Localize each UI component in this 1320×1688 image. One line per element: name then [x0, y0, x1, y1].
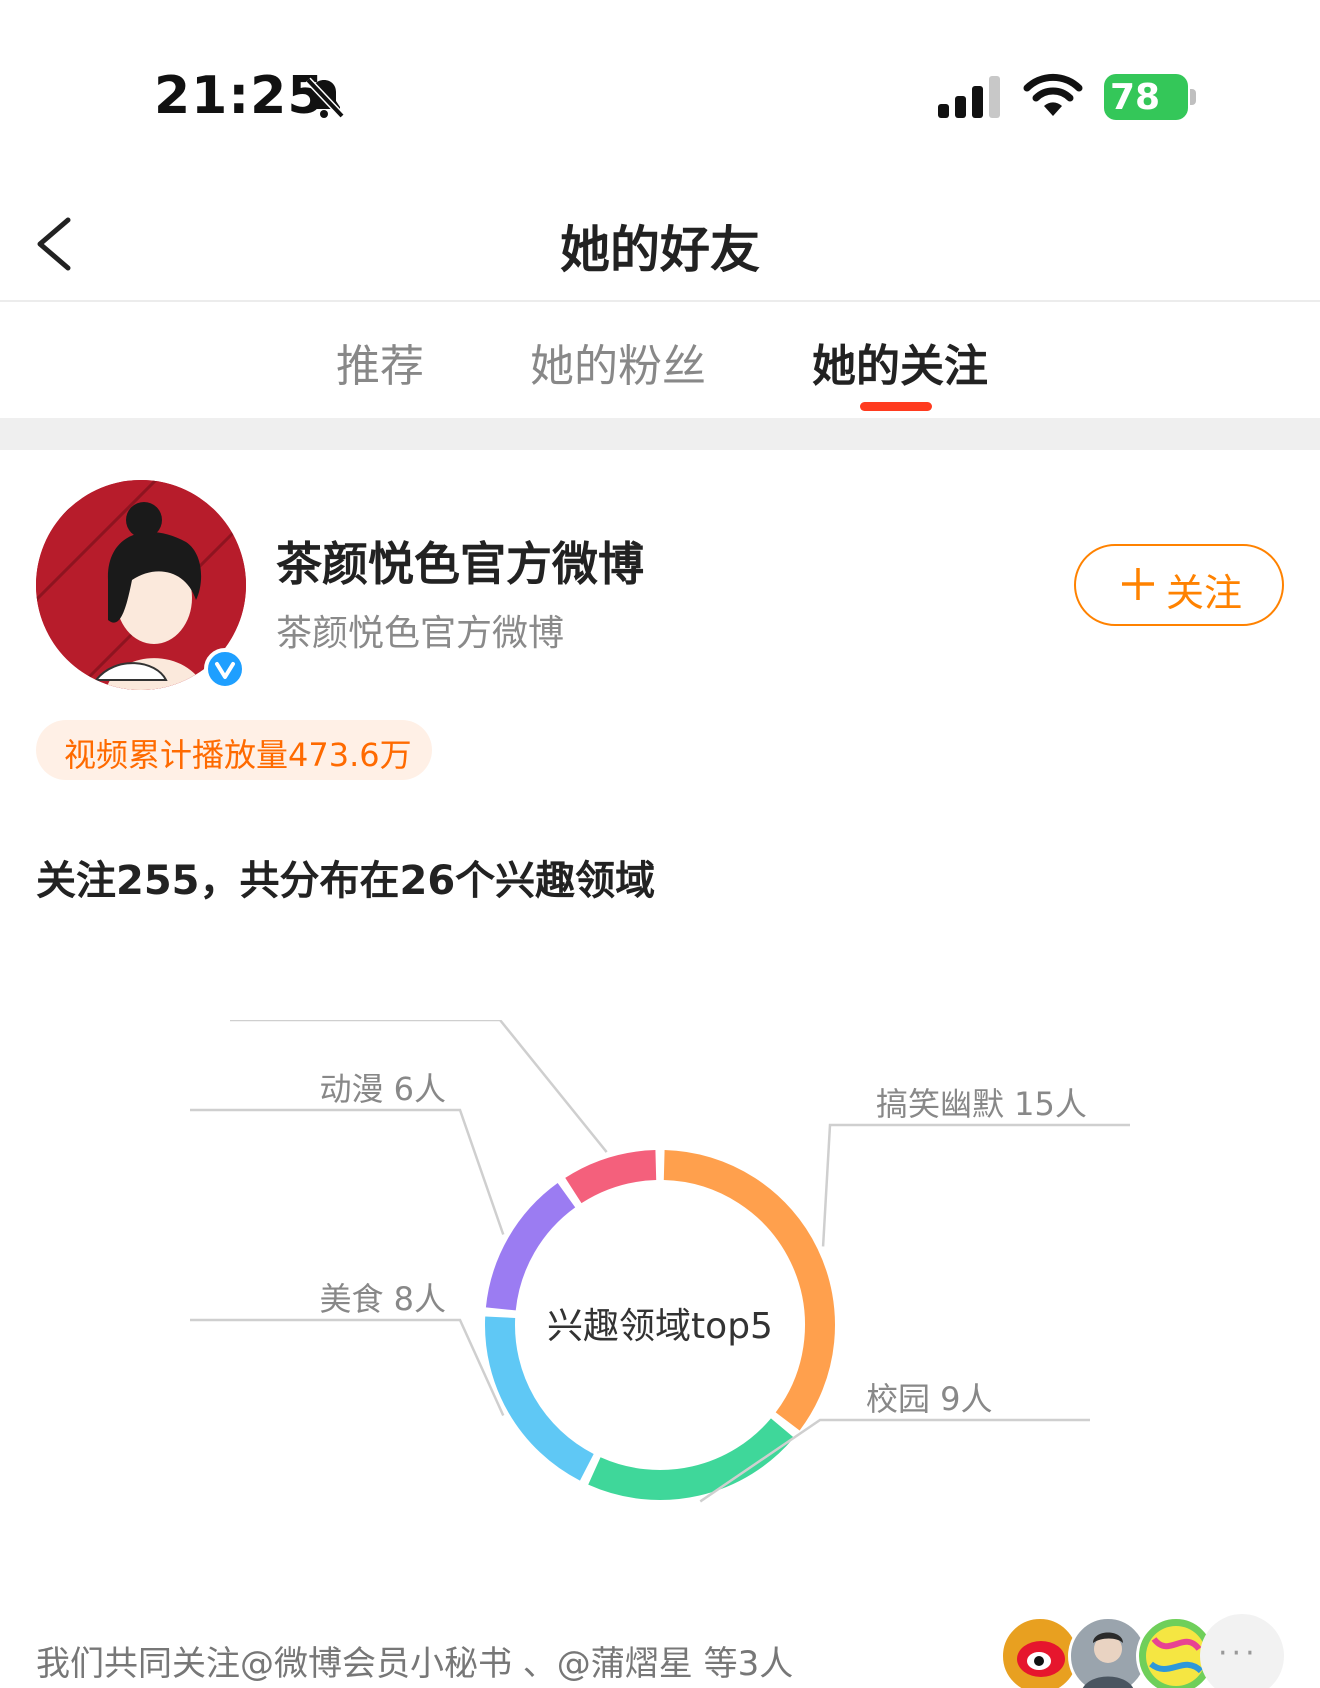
- stat-badge-text: 视频累计播放量473.6万: [64, 736, 412, 774]
- tab-her-following[interactable]: 她的关注: [812, 330, 988, 394]
- tab-recommended[interactable]: 推荐: [336, 330, 424, 394]
- chart-slice-label: 搞笑幽默 15人: [876, 1085, 1087, 1123]
- plus-icon: [1122, 568, 1154, 600]
- user-name[interactable]: 茶颜悦色官方微博: [276, 528, 644, 594]
- more-dots-icon: ···: [1218, 1636, 1259, 1671]
- chart-leader-line: [190, 1318, 505, 1417]
- status-time: 21:25: [154, 66, 325, 126]
- user-description: 茶颜悦色官方微博: [276, 613, 565, 654]
- more-button[interactable]: ···: [1200, 1614, 1284, 1688]
- chart-leader-line: [821, 1123, 1130, 1247]
- chart-slice-label: 美食 8人: [319, 1280, 446, 1318]
- cellular-signal-icon: [938, 76, 1000, 118]
- wifi-icon: [1023, 73, 1083, 116]
- chart-slice: [588, 1418, 794, 1500]
- battery-nub: [1190, 89, 1196, 105]
- interest-donut-chart: 搞笑幽默 15人校园 9人美食 8人动漫 6人艺术 4人 兴趣领域top5: [190, 1020, 1130, 1503]
- chart-slice-label: 校园 9人: [866, 1380, 993, 1418]
- verified-badge-icon: [204, 648, 246, 690]
- stat-badge: 视频累计播放量473.6万: [36, 720, 432, 780]
- nav-bar: 她的好友: [0, 190, 1320, 302]
- section-divider: [0, 418, 1320, 450]
- chart-slice-label: 动漫 6人: [319, 1070, 446, 1108]
- chart-center-label: 兴趣领域top5: [547, 1306, 773, 1347]
- battery-body: 78: [1104, 74, 1188, 120]
- interest-summary: 关注255，共分布在26个兴趣领域: [36, 858, 656, 904]
- tab-her-fans[interactable]: 她的粉丝: [530, 330, 706, 394]
- battery-level: 78: [1110, 77, 1161, 118]
- chart-slice: [663, 1150, 835, 1431]
- follow-button[interactable]: 关注: [1074, 544, 1284, 626]
- chart-slice: [565, 1150, 657, 1204]
- weibo-logo-icon: [1017, 1641, 1065, 1677]
- chart-leader-line: [190, 1108, 505, 1235]
- page-title: 她的好友: [560, 221, 760, 279]
- bell-mute-icon: [305, 77, 345, 119]
- follow-label: 关注: [1166, 571, 1243, 615]
- status-bar: 21:25 78: [0, 0, 1320, 190]
- active-tab-indicator: [860, 402, 932, 411]
- person-photo-icon: [1082, 1632, 1134, 1688]
- tab-bar: 推荐 她的粉丝 她的关注: [0, 302, 1320, 418]
- chart-slice: [485, 1183, 576, 1311]
- common-follow-text[interactable]: 我们共同关注@微博会员小秘书 、@蒲熠星 等3人: [36, 1636, 793, 1685]
- battery-indicator: 78: [1104, 74, 1196, 120]
